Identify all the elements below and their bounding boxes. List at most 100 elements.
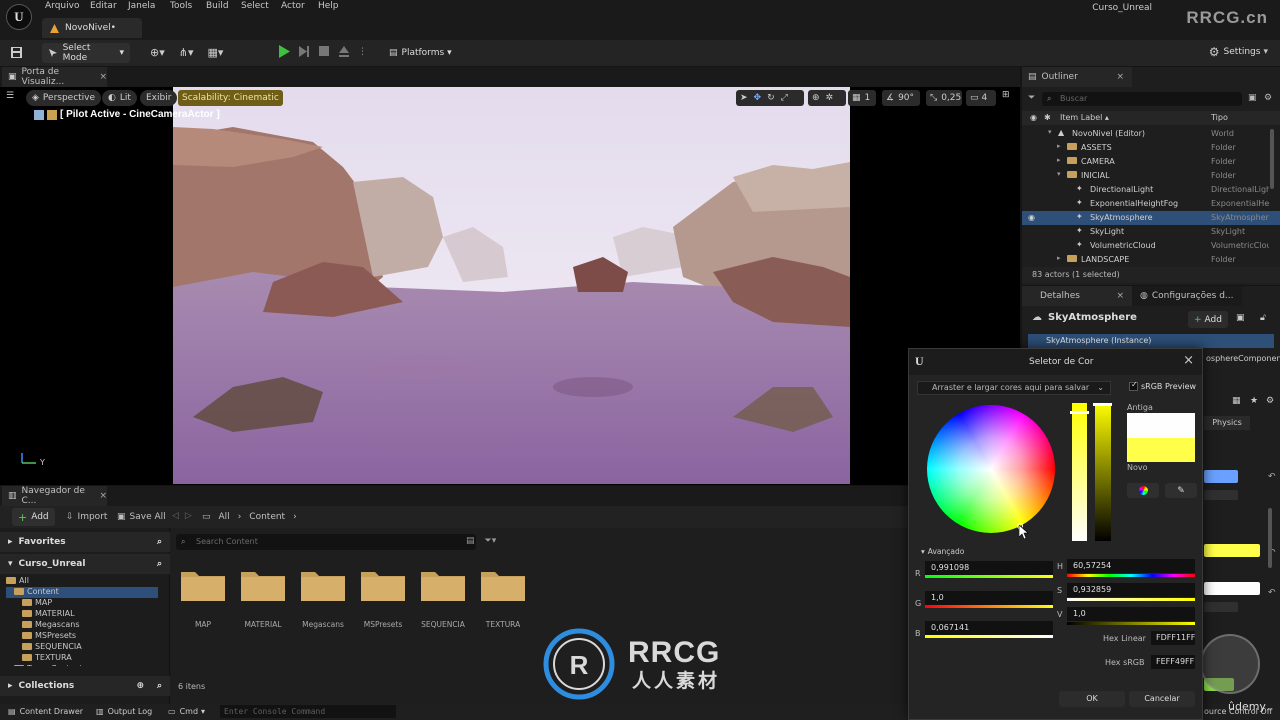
more-options-icon[interactable]: ⋮ xyxy=(358,47,367,57)
scalability-badge[interactable]: Scalability: Cinematic xyxy=(178,90,283,106)
back-icon[interactable]: ◁ xyxy=(172,511,179,521)
channel-b-input[interactable]: 0,067141 xyxy=(925,621,1053,635)
outliner-row[interactable]: ✦ VolumetricCloud VolumetricClou xyxy=(1022,239,1280,253)
color-themes-dropdown[interactable]: Arraster e largar cores aqui para salvar… xyxy=(917,381,1111,395)
save-icon[interactable] xyxy=(10,46,23,59)
add-button[interactable]: + Add xyxy=(12,508,55,526)
save-all-button[interactable]: ▣ Save All xyxy=(117,512,166,522)
surface-snap-icon[interactable]: ✲ xyxy=(826,93,834,103)
cinematics-icon[interactable]: ▦▾ xyxy=(208,46,224,59)
asset-tile[interactable]: MAP xyxy=(180,568,226,629)
close-icon[interactable]: × xyxy=(1116,291,1124,301)
unreal-logo-icon[interactable]: U xyxy=(6,4,32,30)
tree-item[interactable]: MAP xyxy=(6,598,158,609)
reset-icon[interactable]: ↶ xyxy=(1268,472,1276,482)
tree-item[interactable]: SEQUENCIA xyxy=(6,642,158,653)
gear-icon[interactable]: ⚙ xyxy=(1266,396,1274,406)
eyedropper-button[interactable]: ✎ xyxy=(1165,483,1197,498)
reset-icon[interactable]: ↶ xyxy=(1268,588,1276,598)
cmd-dropdown[interactable]: ▭ Cmd ▾ xyxy=(168,707,205,716)
physics-tab[interactable]: Physics xyxy=(1204,416,1250,430)
save-search-icon[interactable]: ▤ xyxy=(466,536,475,546)
asset-tile[interactable]: SEQUENCIA xyxy=(420,568,466,629)
collections-header[interactable]: ▸ Collections ⊕ ⌕ xyxy=(0,676,170,696)
details-tab[interactable]: Detalhes × xyxy=(1022,286,1132,306)
old-color-swatch[interactable] xyxy=(1127,413,1195,438)
content-drawer-button[interactable]: ▤ Content Drawer xyxy=(8,707,83,716)
outliner-row[interactable]: ◉ ✦ SkyAtmosphere SkyAtmosphere xyxy=(1022,211,1280,225)
breadcrumb-all[interactable]: All xyxy=(219,512,230,522)
channel-b-gradient[interactable] xyxy=(925,635,1053,638)
value-slider-handle[interactable] xyxy=(1093,403,1112,406)
value-field[interactable] xyxy=(1204,602,1238,612)
channel-g-gradient[interactable] xyxy=(925,605,1053,608)
world-space-icon[interactable]: ⊕ xyxy=(812,93,820,103)
visibility-icon[interactable]: ◉ xyxy=(1028,213,1035,222)
search-icon[interactable]: ⌕ xyxy=(157,681,162,691)
close-icon[interactable]: × xyxy=(99,491,107,501)
outliner-row[interactable]: ▾ ▲ NovoNivel (Editor) World xyxy=(1022,127,1280,141)
content-browser-tab[interactable]: ▥ Navegador de C... × xyxy=(2,486,107,506)
advanced-section-header[interactable]: ▾ Avançado xyxy=(921,547,964,556)
menu-select[interactable]: Select xyxy=(241,1,269,11)
channel-h-input[interactable]: 60,57254 xyxy=(1067,559,1195,573)
breadcrumb-content[interactable]: Content xyxy=(249,512,285,522)
column-type[interactable]: Tipo xyxy=(1211,113,1228,122)
color-wheel[interactable] xyxy=(927,405,1055,533)
project-header[interactable]: ▾ Curso_Unreal ⌕ xyxy=(0,554,170,574)
channel-v-input[interactable]: 1,0 xyxy=(1067,607,1195,621)
channel-h-gradient[interactable] xyxy=(1067,574,1195,577)
menu-window[interactable]: Janela xyxy=(128,1,155,11)
scale-snap-button[interactable]: ⤡ 0,25 xyxy=(926,90,962,106)
outliner-row[interactable]: ✦ SkyLight SkyLight xyxy=(1022,225,1280,239)
platforms-button[interactable]: ▤ Platforms ▾ xyxy=(383,43,453,63)
rotate-tool-icon[interactable]: ↻ xyxy=(767,93,775,103)
chevron-icon[interactable]: ▾ xyxy=(1057,170,1061,178)
chevron-icon[interactable]: ▾ xyxy=(1048,128,1052,136)
scale-tool-icon[interactable]: ⤢ xyxy=(781,93,788,103)
outliner-row[interactable]: ✦ ExponentialHeightFog ExponentialHe xyxy=(1022,197,1280,211)
menu-build[interactable]: Build xyxy=(206,1,229,11)
menu-tools[interactable]: Tools xyxy=(170,1,192,11)
world-settings-tab[interactable]: ◍ Configurações d... xyxy=(1132,286,1242,306)
saturation-slider-handle[interactable] xyxy=(1070,411,1089,414)
search-icon[interactable]: ⌕ xyxy=(157,559,162,569)
outliner-tab[interactable]: ▤ Outliner × xyxy=(1022,67,1132,87)
tree-item[interactable]: MATERIAL xyxy=(6,609,158,620)
color-picker-titlebar[interactable]: U Seletor de Cor × xyxy=(909,349,1202,375)
close-icon[interactable]: × xyxy=(1116,72,1124,82)
filter-icon[interactable]: ⏷ xyxy=(1028,93,1035,103)
channel-s-gradient[interactable] xyxy=(1067,598,1195,601)
asset-tile[interactable]: TEXTURA xyxy=(480,568,526,629)
value-slider[interactable] xyxy=(1093,403,1112,541)
lit-button[interactable]: ◐ Lit xyxy=(102,90,137,106)
ok-button[interactable]: OK xyxy=(1059,691,1125,707)
output-log-button[interactable]: ▥ Output Log xyxy=(96,707,152,716)
asset-tile[interactable]: Megascans xyxy=(300,568,346,629)
favorites-header[interactable]: ▸ Favorites ⌕ xyxy=(0,532,170,552)
hex-srgb-input[interactable]: FEFF49FF xyxy=(1151,655,1195,669)
add-collection-icon[interactable]: ⊕ xyxy=(136,681,144,691)
move-tool-icon[interactable]: ✥ xyxy=(754,93,762,103)
color-swatch[interactable] xyxy=(1204,470,1238,483)
channel-r-gradient[interactable] xyxy=(925,575,1053,578)
blueprint-icon[interactable]: ▣ xyxy=(1236,313,1245,323)
perspective-button[interactable]: ◈ Perspective xyxy=(26,90,102,106)
tree-item[interactable]: MSPresets xyxy=(6,631,158,642)
camera-speed-button[interactable]: ▭ 4 xyxy=(966,90,996,106)
viewport-tab[interactable]: ▣ Porta de Visualiz... × xyxy=(2,67,107,87)
chevron-icon[interactable]: ▸ xyxy=(1057,254,1061,262)
component-row[interactable]: osphereComponen xyxy=(1206,354,1280,363)
tree-item[interactable]: TEXTURA xyxy=(6,653,158,664)
menu-actor[interactable]: Actor xyxy=(281,1,305,11)
level-viewport[interactable]: ☰ ◈ Perspective ◐ Lit Exibir Scalability… xyxy=(0,87,1020,485)
settings-button[interactable]: ⚙ Settings ▾ xyxy=(1209,45,1268,59)
tree-item[interactable]: All xyxy=(6,576,158,587)
show-button[interactable]: Exibir xyxy=(140,90,178,106)
tree-item[interactable]: Temp Content xyxy=(6,664,158,666)
grid-snap-button[interactable]: ▦ 1 xyxy=(848,90,876,106)
play-icon[interactable] xyxy=(278,45,290,58)
content-search-input[interactable]: ⌕ Search Content xyxy=(176,534,476,550)
tree-item[interactable]: Content xyxy=(6,587,158,598)
color-wheel-mode-button[interactable] xyxy=(1127,483,1159,498)
